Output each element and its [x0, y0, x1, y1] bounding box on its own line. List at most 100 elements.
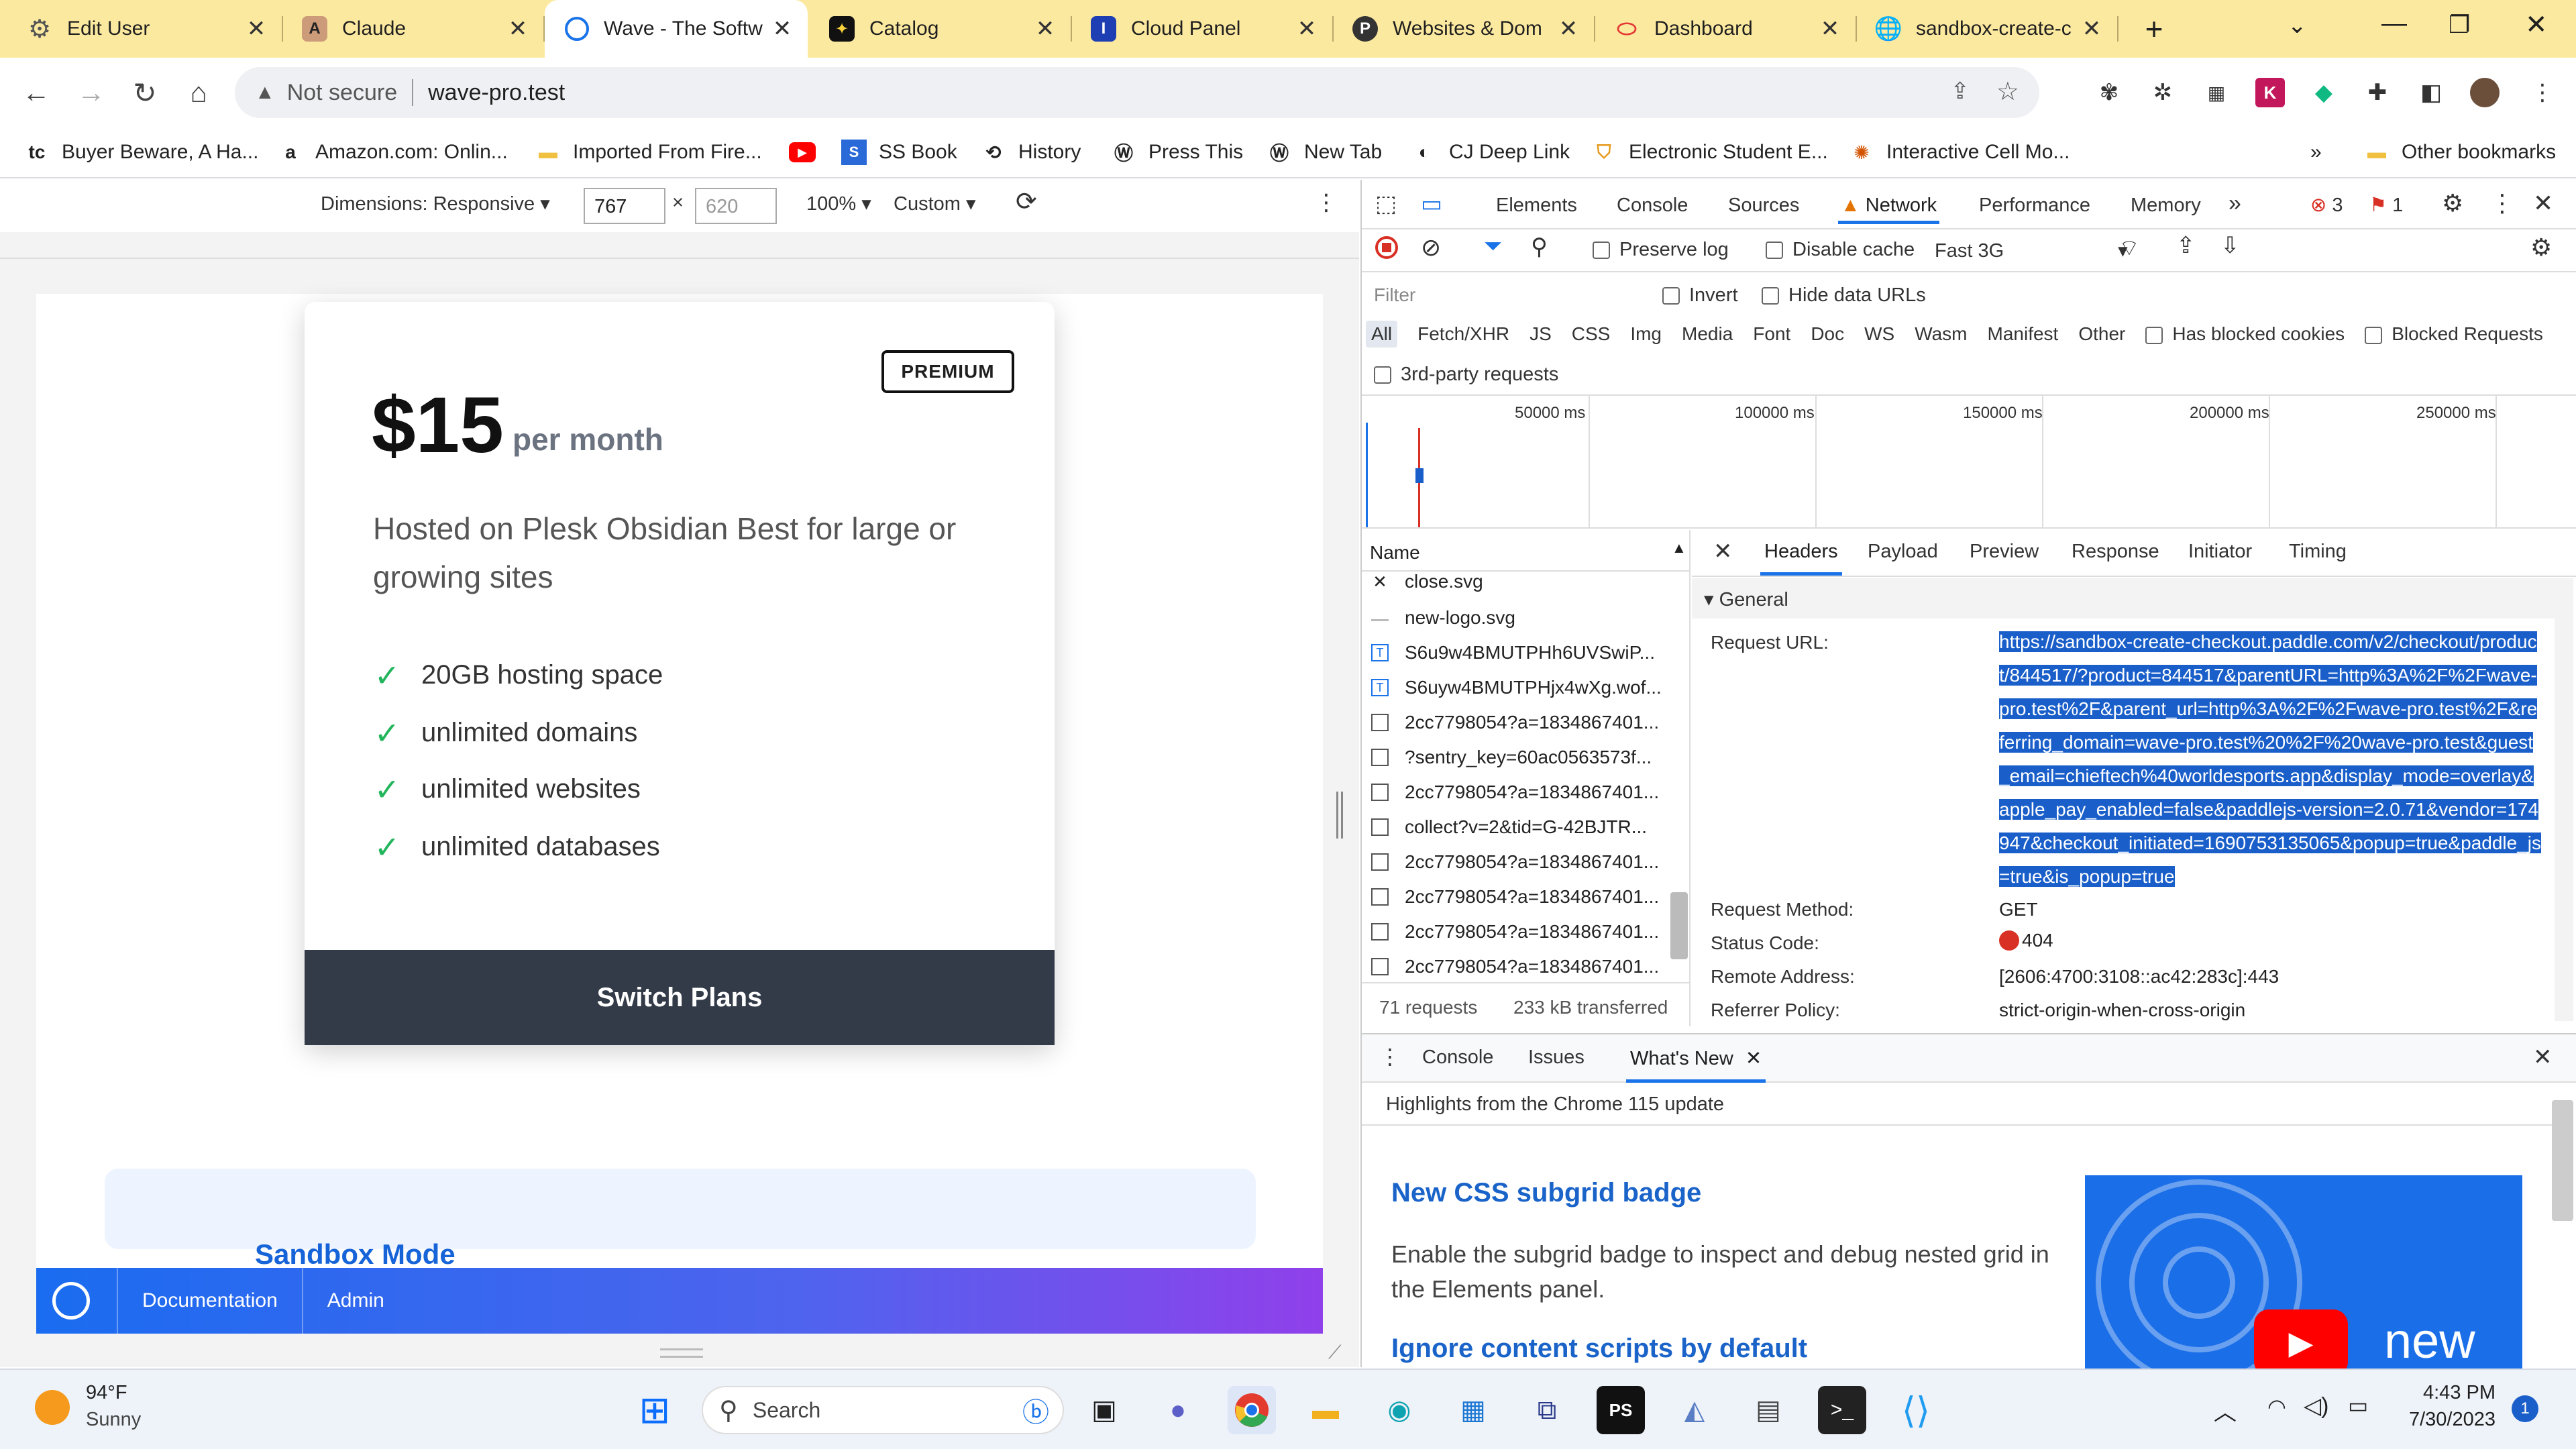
media-query-ruler[interactable] [0, 232, 1359, 259]
has-blocked-cookies-checkbox[interactable]: Has blocked cookies [2145, 323, 2345, 345]
phpstorm-icon[interactable]: PS [1597, 1386, 1645, 1434]
address-bar[interactable]: ▲ Not secure wave-pro.test ⇪ ☆ [235, 67, 2039, 118]
disable-cache-checkbox[interactable]: Disable cache [1766, 239, 1915, 261]
checkbox[interactable] [1662, 287, 1680, 305]
tab-catalog[interactable]: ✦ Catalog ✕ [809, 0, 1072, 58]
sort-arrow-icon[interactable]: ▲ [1672, 539, 1686, 557]
filter-funnel-icon[interactable]: ⏷ [1484, 233, 1502, 260]
checkbox[interactable] [2365, 326, 2383, 344]
type-filter-img[interactable]: Img [1630, 323, 1662, 345]
bookmark-item[interactable]: ⟲ History [981, 137, 1081, 168]
close-details-icon[interactable]: ✕ [1713, 538, 1733, 565]
vscode-icon[interactable]: ⟨⟩ [1892, 1386, 1940, 1434]
invert-checkbox[interactable]: Invert [1662, 284, 1738, 307]
request-row[interactable]: 2cc7798054?a=1834867401... [1371, 880, 1680, 914]
checkbox[interactable] [2145, 326, 2163, 344]
type-filter-js[interactable]: JS [1529, 323, 1552, 345]
inspect-element-icon[interactable]: ⬚ [1375, 191, 1397, 217]
close-tab-icon[interactable]: ✕ [504, 15, 531, 42]
bookmark-item[interactable]: tc Buyer Beware, A Ha... [24, 137, 259, 168]
detail-tab-initiator[interactable]: Initiator [2188, 541, 2252, 563]
request-row[interactable]: new-logo.svg [1371, 601, 1680, 635]
store-icon[interactable]: ▦ [1449, 1386, 1497, 1434]
bookmark-item[interactable]: ▬ Imported From Fire... [535, 137, 762, 168]
edge-icon[interactable]: ◉ [1375, 1386, 1424, 1434]
detail-tab-timing[interactable]: Timing [2289, 541, 2347, 563]
preserve-log-checkbox[interactable]: Preserve log [1593, 239, 1729, 261]
type-filter-doc[interactable]: Doc [1811, 323, 1844, 345]
devtools-tab-sources[interactable]: Sources [1728, 195, 1799, 217]
type-filter-manifest[interactable]: Manifest [1988, 323, 2059, 345]
close-tab-icon[interactable]: ✕ [1293, 15, 1320, 42]
width-input[interactable]: 767 [584, 188, 665, 224]
devtools-tab-performance[interactable]: Performance [1979, 195, 2090, 217]
viewport-resize-handle[interactable] [660, 1348, 703, 1358]
drawer-tab-console[interactable]: Console [1422, 1046, 1493, 1069]
close-tab-icon[interactable]: ✕ [1746, 1048, 1762, 1069]
devtools-settings-gear-icon[interactable]: ⚙ [2442, 189, 2463, 217]
blocked-requests-checkbox[interactable]: Blocked Requests [2365, 323, 2543, 345]
close-tab-icon[interactable]: ✕ [769, 15, 796, 42]
youtube-play-icon[interactable]: ▶ [2254, 1309, 2348, 1370]
devtools-tab-network[interactable]: ▲ Network [1838, 195, 1940, 224]
network-throttle-select[interactable]: Fast 3G ▾ [1935, 239, 2128, 262]
checkbox[interactable] [1374, 366, 1391, 384]
bookmark-item[interactable]: a Amazon.com: Onlin... [278, 137, 508, 168]
error-count[interactable]: ⊗ 3 [2310, 193, 2343, 217]
hide-data-urls-checkbox[interactable]: Hide data URLs [1762, 284, 1926, 307]
device-toggle-icon[interactable]: ▭ [1421, 191, 1442, 217]
home-icon[interactable]: ⌂ [178, 72, 219, 113]
corner-resize-icon[interactable]: ⟋ [1328, 1342, 1342, 1364]
tab-dashboard[interactable]: ⬭ Dashboard ✕ [1594, 0, 1857, 58]
restore-icon[interactable]: ❐ [2449, 11, 2470, 39]
clear-log-icon[interactable]: ⊘ [1421, 233, 1441, 262]
browser-menu-icon[interactable]: ⋮ [2528, 78, 2557, 107]
wave-logo-icon[interactable] [52, 1282, 90, 1320]
drawer-tab-issues[interactable]: Issues [1528, 1046, 1585, 1069]
type-filter-media[interactable]: Media [1682, 323, 1733, 345]
zoom-select[interactable]: 100% ▾ [806, 192, 871, 215]
close-tab-icon[interactable]: ✕ [1817, 15, 1843, 42]
type-filter-font[interactable]: Font [1753, 323, 1790, 345]
network-filter-input[interactable]: Filter [1366, 278, 1641, 310]
detail-tab-response[interactable]: Response [2072, 541, 2159, 563]
devtools-menu-icon[interactable]: ⋮ [2490, 189, 2514, 217]
extension-qr-icon[interactable]: ▦ [2202, 78, 2231, 107]
weather-temp[interactable]: 94°F [86, 1382, 127, 1404]
tab-cloud-panel[interactable]: I Cloud Panel ✕ [1071, 0, 1334, 58]
network-conditions-icon[interactable]: ⌔ [2118, 233, 2140, 262]
bookmark-item[interactable]: ⛉ Electronic Student E... [1591, 137, 1827, 168]
tab-websites-domains[interactable]: P Websites & Dom ✕ [1332, 0, 1595, 58]
close-tab-icon[interactable]: ✕ [243, 15, 270, 42]
type-filter-all[interactable]: All [1366, 321, 1398, 347]
teams-chat-icon[interactable]: ● [1154, 1386, 1202, 1434]
windows-start-icon[interactable]: ⊞ [631, 1386, 679, 1434]
tab-edit-user[interactable]: ⚙ Edit User ✕ [7, 0, 283, 58]
more-tabs-chevron-icon[interactable]: » [2229, 191, 2241, 217]
devtools-close-icon[interactable]: ✕ [2533, 189, 2553, 217]
whats-new-title[interactable]: New CSS subgrid badge [1391, 1178, 1701, 1208]
detail-tab-headers[interactable]: Headers [1760, 541, 1842, 576]
checkbox[interactable] [1766, 241, 1783, 260]
extension-bug-icon[interactable]: ✲ [2148, 78, 2178, 107]
devtools-tab-console[interactable]: Console [1617, 195, 1688, 217]
task-view-icon[interactable]: ▣ [1080, 1386, 1128, 1434]
request-row[interactable]: 2cc7798054?a=1834867401... [1371, 915, 1680, 949]
extension-diamond-icon[interactable]: ◆ [2309, 78, 2339, 107]
bookmark-item[interactable]: Ⓦ Press This [1111, 137, 1243, 168]
bookmark-item[interactable]: ◐ CJ Deep Link [1411, 137, 1570, 168]
calculator-icon[interactable]: ▤ [1744, 1386, 1792, 1434]
import-har-icon[interactable]: ⇪ [2176, 232, 2196, 259]
devtools-tab-elements[interactable]: Elements [1496, 195, 1577, 217]
request-row[interactable]: T S6u9w4BMUTPHh6UVSwiP... [1371, 636, 1680, 669]
request-row[interactable]: 2cc7798054?a=1834867401... [1371, 845, 1680, 879]
drawer-menu-icon[interactable]: ⋮ [1379, 1044, 1401, 1069]
tab-sandbox-create[interactable]: 🌐 sandbox-create-c ✕ [1856, 0, 2118, 58]
search-icon[interactable]: ⚲ [1531, 233, 1548, 260]
volume-icon[interactable]: ◁) [2304, 1393, 2328, 1419]
side-panel-icon[interactable]: ◧ [2416, 78, 2446, 107]
type-filter-fetch-xhr[interactable]: Fetch/XHR [1417, 323, 1509, 345]
whats-new-scrollbar[interactable] [2552, 1100, 2573, 1221]
reload-icon[interactable]: ↻ [125, 72, 165, 113]
detail-tab-payload[interactable]: Payload [1868, 541, 1938, 563]
